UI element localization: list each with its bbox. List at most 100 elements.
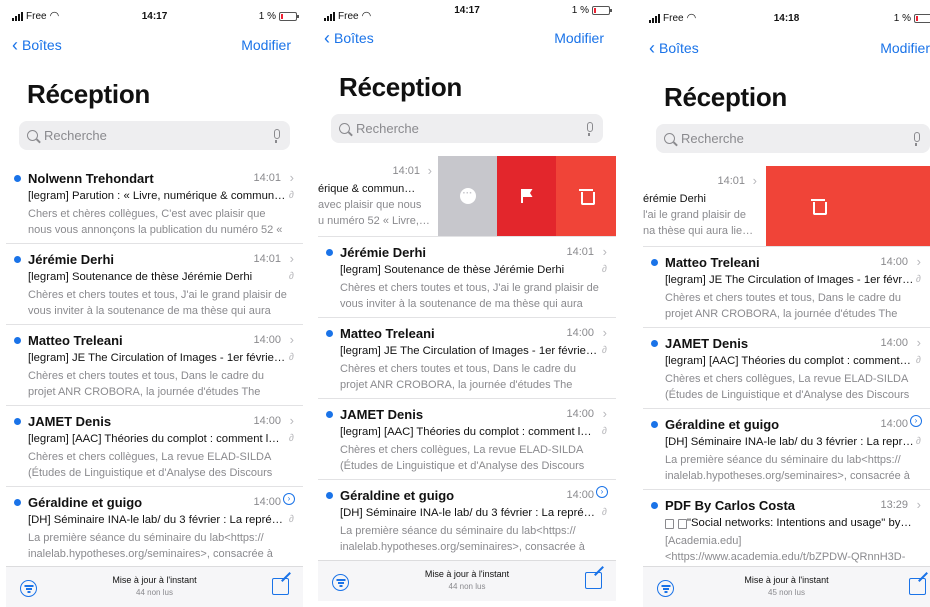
unread-dot (14, 337, 21, 344)
mail-item[interactable]: JAMET Denis 14:00 › ∂ [legram] [AAC] Thé… (6, 406, 303, 487)
mail-time: 14:00 (566, 408, 594, 420)
mail-subject: [legram] [AAC] Théories du complot : com… (28, 433, 280, 445)
compose-icon[interactable] (909, 578, 926, 595)
mail-item[interactable]: Jérémie Derhi 14:01 › ∂ [legram] Soutena… (6, 244, 303, 325)
mail-item[interactable]: Matteo Treleani 14:00 › ∂ [legram] JE Th… (643, 247, 930, 328)
unread-dot (651, 340, 658, 347)
battery-percent: 1 % (258, 11, 276, 22)
swiped-mail-content[interactable]: 14:01 › érique & commun… avec plaisir qu… (318, 156, 438, 236)
compose-icon[interactable] (585, 572, 602, 589)
mail-time: 13:29 (880, 499, 908, 511)
status-bar: Free ◠ 14:17 1 % (318, 5, 616, 25)
mail-item[interactable]: Nolwenn Trehondart 14:01 › ∂ [legram] Pa… (6, 163, 303, 244)
search-input[interactable]: Recherche (656, 124, 930, 153)
microphone-icon[interactable] (274, 129, 280, 143)
mail-subject: [legram] Parution : « Livre, numérique &… (28, 190, 286, 202)
mail-item[interactable]: Géraldine et guigo 14:00 › ∂ [DH] Sémina… (318, 480, 616, 561)
nav-bar: ‹ Boîtes Modifier (643, 39, 930, 60)
mail-subject: [legram] JE The Circulation of Images - … (340, 345, 598, 357)
chevron-right-icon: › (289, 332, 294, 347)
mail-item[interactable]: Jérémie Derhi 14:01 › ∂ [legram] Soutena… (318, 237, 616, 318)
mail-preview: Chers et chères collègues, C'est avec pl… (28, 208, 283, 236)
mail-time: 14:01 (253, 172, 281, 184)
attachment-icon: ∂ (289, 271, 294, 282)
chevron-right-icon: › (916, 335, 921, 350)
mail-item[interactable]: JAMET Denis 14:00 › ∂ [legram] [AAC] Thé… (318, 399, 616, 480)
back-button[interactable]: ‹ Boîtes (324, 28, 374, 48)
unread-dot (14, 175, 21, 182)
search-placeholder: Recherche (356, 121, 419, 136)
back-button[interactable]: ‹ Boîtes (12, 35, 62, 55)
search-input[interactable]: Recherche (19, 121, 290, 150)
mail-time: 14:00 (253, 334, 281, 346)
attachment-icon: ∂ (602, 264, 607, 275)
chevron-left-icon: ‹ (324, 28, 330, 48)
swiped-mail-item[interactable]: 14:01 › érémie Derhi l'ai le grand plais… (643, 166, 930, 247)
flag-action-button[interactable] (497, 156, 556, 236)
attachment-icon: ∂ (916, 436, 921, 447)
mail-item[interactable]: Matteo Treleani 14:00 › ∂ [legram] JE Th… (318, 318, 616, 399)
page-title: Réception (664, 82, 787, 112)
mail-preview: La première séance du séminaire du lab<h… (665, 454, 910, 482)
mail-list: 14:01 › érique & commun… avec plaisir qu… (318, 156, 616, 561)
thread-chevron-icon[interactable]: › (596, 486, 608, 498)
mail-sender: PDF By Carlos Costa (665, 498, 796, 513)
mail-preview-fragment: na thèse qui aura lie… (643, 225, 754, 237)
mail-sender: JAMET Denis (28, 414, 112, 429)
swiped-mail-item[interactable]: 14:01 › érique & commun… avec plaisir qu… (318, 156, 616, 237)
mail-sender: Matteo Treleani (665, 255, 760, 270)
attachment-icon: ∂ (916, 274, 921, 285)
edit-button[interactable]: Modifier (880, 40, 930, 56)
chevron-right-icon: › (289, 170, 294, 185)
trash-action-button[interactable] (766, 166, 930, 246)
thread-chevron-icon[interactable]: › (910, 415, 922, 427)
attachment-icon: ∂ (602, 507, 607, 518)
mail-sender: Jérémie Derhi (340, 245, 426, 260)
compose-icon[interactable] (272, 578, 289, 595)
search-input[interactable]: Recherche (331, 114, 603, 143)
battery-icon (592, 6, 612, 15)
chevron-right-icon: › (289, 251, 294, 266)
mail-sender: Matteo Treleani (28, 333, 123, 348)
swiped-mail-content[interactable]: 14:01 › érémie Derhi l'ai le grand plais… (643, 166, 763, 246)
update-status: Mise à jour à l'instant (112, 575, 197, 585)
thread-chevron-icon[interactable]: › (283, 493, 295, 505)
attachment-icon: ∂ (602, 345, 607, 356)
mail-subject: [legram] JE The Circulation of Images - … (28, 352, 286, 364)
search-placeholder: Recherche (44, 128, 107, 143)
mail-sender: JAMET Denis (340, 407, 424, 422)
mail-screen-2: Free ◠ 14:17 1 % ‹ Boîtes Modifier Récep… (318, 0, 616, 607)
mail-list: 14:01 › érémie Derhi l'ai le grand plais… (643, 166, 930, 571)
update-status: Mise à jour à l'instant (744, 575, 829, 585)
unread-count: 44 non lus (448, 582, 486, 591)
edit-button[interactable]: Modifier (241, 37, 291, 53)
chevron-right-icon: › (916, 497, 921, 512)
microphone-icon[interactable] (587, 122, 593, 136)
search-placeholder: Recherche (681, 131, 744, 146)
mail-time: 14:01 (566, 246, 594, 258)
mail-item[interactable]: Géraldine et guigo 14:00 › ∂ [DH] Sémina… (6, 487, 303, 568)
mail-sender: Géraldine et guigo (28, 495, 143, 510)
mail-time: 14:00 (880, 337, 908, 349)
back-label: Boîtes (22, 37, 62, 53)
mail-preview: Chères et chers toutes et tous, Dans le … (340, 363, 577, 391)
status-bar: Free ◠ 14:17 1 % (6, 9, 303, 25)
mail-item[interactable]: Géraldine et guigo 14:00 › ∂ [DH] Sémina… (643, 409, 930, 490)
status-bar: Free ◠ 14:18 1 % (643, 11, 930, 27)
mail-item[interactable]: Matteo Treleani 14:00 › ∂ [legram] JE Th… (6, 325, 303, 406)
unread-count: 44 non lus (136, 588, 173, 597)
chevron-left-icon: ‹ (12, 35, 18, 55)
mail-item[interactable]: JAMET Denis 14:00 › ∂ [legram] [AAC] Thé… (643, 328, 930, 409)
chevron-right-icon: › (916, 254, 921, 269)
mail-time: 14:00 (880, 418, 908, 430)
trash-action-button[interactable] (556, 156, 616, 236)
back-button[interactable]: ‹ Boîtes (649, 39, 699, 57)
bottom-toolbar: Mise à jour à l'instant 44 non lus (6, 566, 303, 607)
mail-subject: [DH] Séminaire INA-le lab/ du 3 février … (340, 507, 595, 519)
edit-button[interactable]: Modifier (554, 30, 604, 46)
mail-time: 14:01 (717, 175, 745, 187)
mail-item[interactable]: PDF By Carlos Costa 13:29 › "Social netw… (643, 490, 930, 571)
more-action-button[interactable]: ··· (438, 156, 497, 236)
microphone-icon[interactable] (914, 132, 920, 146)
mail-list: Nolwenn Trehondart 14:01 › ∂ [legram] Pa… (6, 163, 303, 568)
